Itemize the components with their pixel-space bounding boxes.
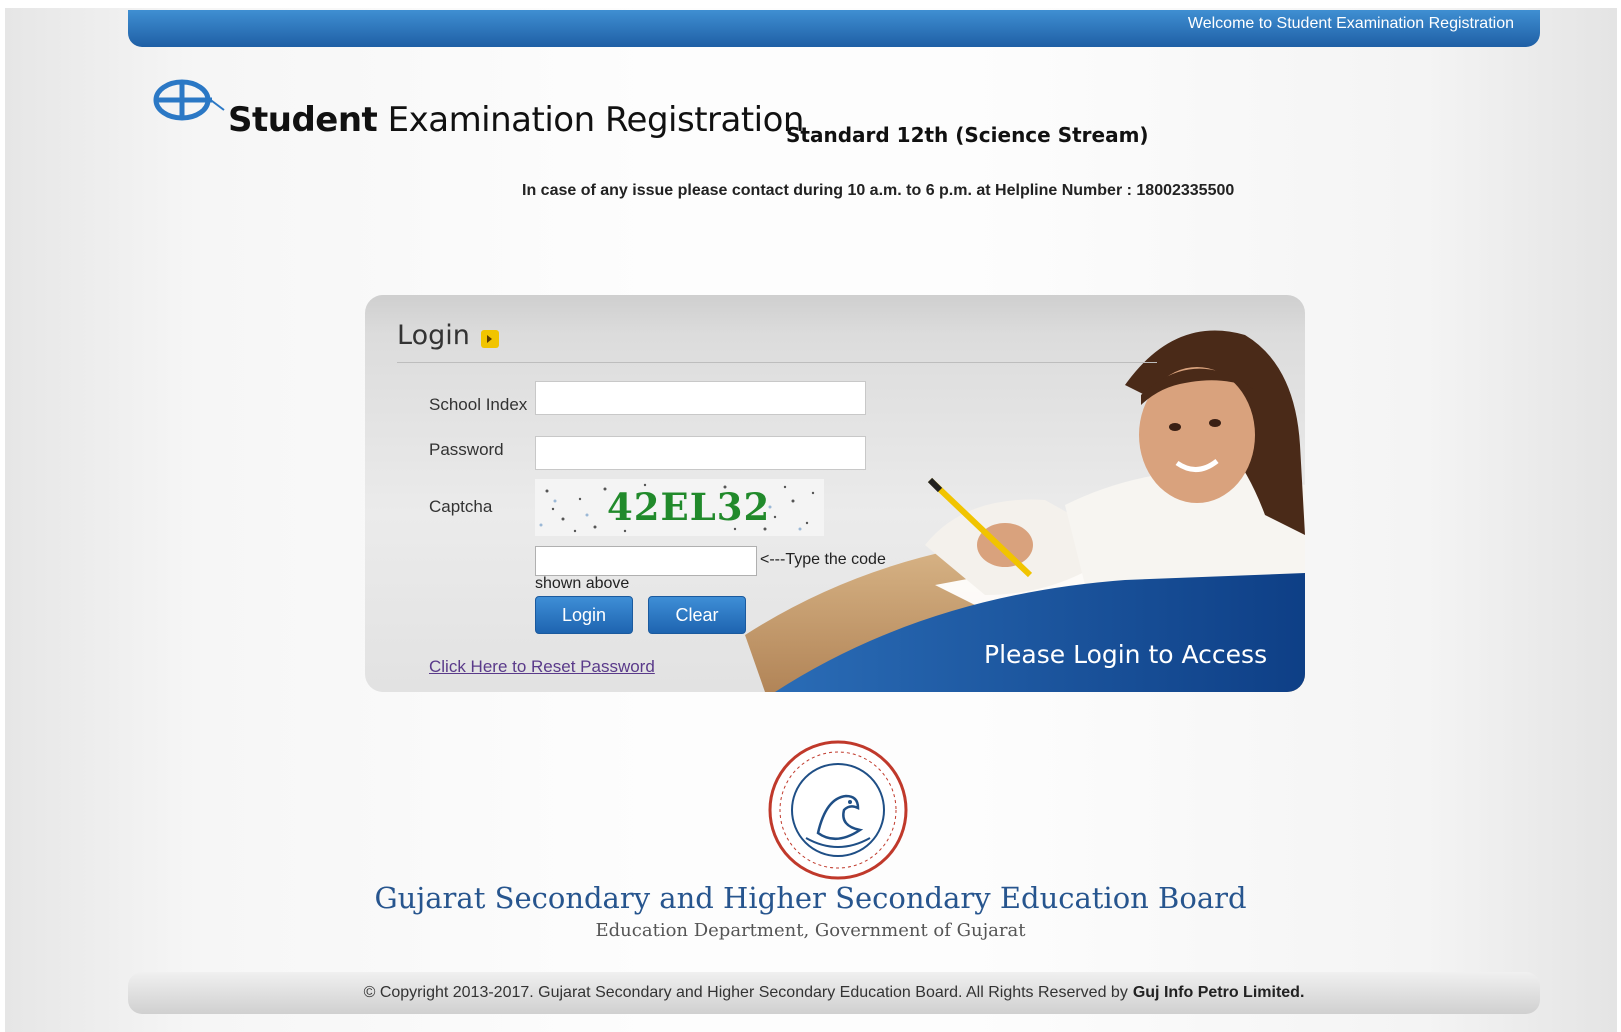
top-banner: Welcome to Student Examination Registrat…	[128, 10, 1540, 47]
login-panel: Login School Index Password Captcha 42EL…	[365, 295, 1305, 692]
board-department: Education Department, Government of Guja…	[595, 920, 1026, 941]
helpline-notice: In case of any issue please contact duri…	[522, 182, 1235, 199]
app-title-rest: Examination Registration	[387, 100, 805, 140]
board-seal-logo	[768, 740, 908, 880]
password-label: Password	[429, 440, 504, 459]
captcha-hint-continued: shown above	[535, 575, 630, 592]
captcha-image: 42EL32	[535, 479, 824, 536]
reset-password-link[interactable]: Click Here to Reset Password	[429, 657, 655, 677]
footer-company: Guj Info Petro Limited.	[1132, 984, 1305, 1001]
app-logo-icon	[153, 79, 225, 121]
login-banner-text: Please Login to Access	[984, 640, 1268, 669]
captcha-label: Captcha	[429, 497, 493, 516]
captcha-code: 42EL32	[607, 485, 771, 529]
captcha-hint: <---Type the code	[760, 551, 886, 568]
board-name: Gujarat Secondary and Higher Secondary E…	[374, 881, 1247, 915]
heading-divider	[397, 362, 1157, 363]
captcha-input[interactable]	[535, 546, 757, 576]
clear-button[interactable]: Clear	[648, 596, 746, 634]
arrow-right-icon	[481, 330, 499, 348]
footer: © Copyright 2013-2017. Gujarat Secondary…	[128, 972, 1540, 1014]
login-button[interactable]: Login	[535, 596, 633, 634]
school-index-label: School Index	[429, 395, 528, 414]
student-illustration	[745, 330, 1305, 692]
login-heading: Login	[397, 320, 470, 351]
app-title-bold: Student	[228, 100, 378, 140]
app-title: Student Examination Registration	[228, 100, 804, 140]
footer-copyright: © Copyright 2013-2017. Gujarat Secondary…	[363, 984, 1128, 1001]
password-input[interactable]	[535, 436, 866, 470]
school-index-input[interactable]	[535, 381, 866, 415]
app-subtitle: Standard 12th (Science Stream)	[786, 123, 1149, 147]
welcome-text: Welcome to Student Examination Registrat…	[1187, 15, 1514, 32]
